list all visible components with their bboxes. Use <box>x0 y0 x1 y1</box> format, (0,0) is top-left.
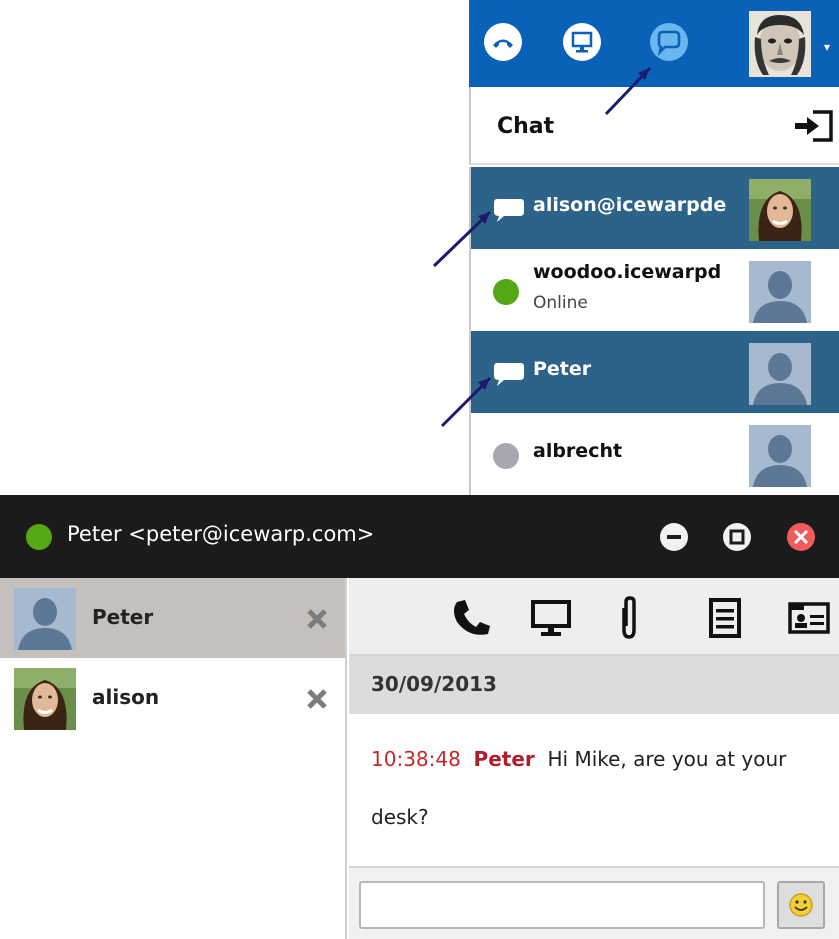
online-status-dot <box>26 524 52 550</box>
tab-name: alison <box>92 685 160 709</box>
offline-status-dot <box>493 443 519 469</box>
phone-icon[interactable] <box>449 596 493 640</box>
close-tab-icon[interactable] <box>302 604 332 634</box>
chat-message: 10:38:48 Peter Hi Mike, are you at your … <box>371 730 821 846</box>
online-status-dot <box>493 279 519 305</box>
message-date: 30/09/2013 <box>371 672 497 696</box>
conversation-toolbar <box>349 578 839 656</box>
minimize-icon[interactable] <box>659 522 689 552</box>
avatar-placeholder <box>14 588 76 650</box>
message-time: 10:38:48 <box>371 747 461 771</box>
paperclip-icon[interactable] <box>607 596 651 640</box>
conversation-pane: 30/09/2013 10:38:48 Peter Hi Mike, are y… <box>349 578 839 939</box>
chat-panel-title: Chat <box>497 114 555 139</box>
contact-row-alison[interactable]: alison@icewarpde <box>469 167 839 249</box>
contact-status: Online <box>533 293 588 313</box>
smiley-icon <box>789 893 813 917</box>
document-icon[interactable] <box>703 596 747 640</box>
conversation-tab-alison[interactable]: alison <box>0 658 345 738</box>
conversation-tab-peter[interactable]: Peter <box>0 578 345 658</box>
tab-name: Peter <box>92 605 154 629</box>
avatar-placeholder <box>749 425 811 487</box>
annotation-arrow <box>440 376 492 428</box>
contact-name: Peter <box>533 358 592 380</box>
message-input[interactable] <box>359 881 765 929</box>
date-separator: 30/09/2013 <box>349 656 839 714</box>
sign-in-icon[interactable] <box>793 109 835 143</box>
contact-row-peter[interactable]: Peter <box>469 331 839 413</box>
close-icon[interactable] <box>786 522 816 552</box>
message-sender: Peter <box>473 747 535 771</box>
annotation-arrow <box>432 210 492 268</box>
contact-row-albrecht[interactable]: albrecht <box>469 413 839 495</box>
close-tab-icon[interactable] <box>302 684 332 714</box>
contact-name: albrecht <box>533 440 623 462</box>
emoji-button[interactable] <box>777 881 825 929</box>
chat-window-title: Peter <peter@icewarp.com> <box>67 522 375 546</box>
contact-card-icon[interactable] <box>787 596 831 640</box>
avatar-placeholder <box>749 261 811 323</box>
avatar-placeholder <box>749 343 811 405</box>
contact-name: alison@icewarpde <box>533 194 727 216</box>
annotation-arrow <box>604 66 652 116</box>
message-compose-bar <box>349 866 839 939</box>
contact-row-woodoo[interactable]: woodoo.icewarpd Online <box>469 249 839 331</box>
chat-bubble-icon[interactable] <box>649 22 689 62</box>
avatar <box>14 668 76 730</box>
conversation-tabs: Peter alison <box>0 578 347 939</box>
avatar <box>749 179 811 241</box>
chevron-down-icon[interactable]: ▾ <box>824 40 830 54</box>
monitor-icon[interactable] <box>529 596 573 640</box>
maximize-icon[interactable] <box>722 522 752 552</box>
chat-window-titlebar[interactable]: Peter <peter@icewarp.com> <box>0 495 839 578</box>
user-avatar[interactable] <box>749 11 811 77</box>
contact-name: woodoo.icewarpd <box>533 261 722 283</box>
phone-icon[interactable] <box>483 22 523 62</box>
monitor-icon[interactable] <box>562 22 602 62</box>
